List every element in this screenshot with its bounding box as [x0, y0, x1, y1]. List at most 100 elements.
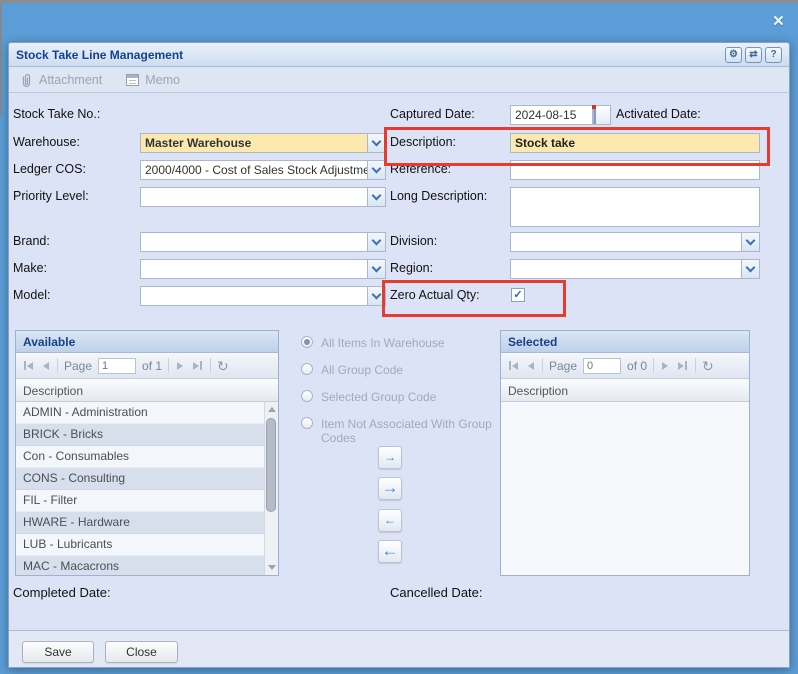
radio-option-label: Item Not Associated With Group Codes: [321, 417, 496, 445]
model-select[interactable]: [140, 286, 386, 306]
attachment-label: Attachment: [39, 73, 102, 87]
refresh-icon[interactable]: ↻: [217, 359, 229, 373]
dialog-toolbar: Attachment Memo: [9, 68, 789, 93]
chevron-down-icon[interactable]: [741, 233, 759, 251]
last-page-icon[interactable]: [191, 359, 204, 372]
scroll-up-icon[interactable]: [265, 403, 278, 416]
scrollbar-thumb[interactable]: [266, 418, 276, 512]
help-icon[interactable]: ?: [765, 47, 782, 63]
available-scrollbar[interactable]: [264, 402, 278, 575]
window-left-edge: [0, 3, 2, 115]
dialog-title: Stock Take Line Management: [16, 48, 183, 62]
region-label: Region:: [390, 261, 433, 275]
next-page-icon[interactable]: [175, 360, 185, 372]
brand-value: [141, 233, 367, 251]
list-item[interactable]: Con - Consumables: [16, 446, 264, 468]
next-page-icon[interactable]: [660, 360, 670, 372]
radio-option-label: All Items In Warehouse: [321, 336, 445, 350]
list-item[interactable]: LUB - Lubricants: [16, 534, 264, 556]
radio-icon: [301, 363, 313, 375]
list-item[interactable]: FIL - Filter: [16, 490, 264, 512]
save-button[interactable]: Save: [22, 641, 94, 663]
division-value: [511, 233, 741, 251]
zero-actual-qty-checkbox[interactable]: ✓: [511, 288, 525, 302]
stock-take-dialog: Stock Take Line Management ⚙ ⇄ ? Attachm…: [8, 42, 790, 668]
region-select[interactable]: [510, 259, 760, 279]
ledger-cos-value: 2000/4000 - Cost of Sales Stock Adjustme: [141, 161, 367, 179]
available-panel: Available Page of 1 ↻ Description ADMIN …: [15, 330, 279, 576]
memo-icon: [126, 74, 139, 86]
chevron-down-icon[interactable]: [367, 260, 385, 278]
chevron-down-icon[interactable]: [367, 233, 385, 251]
ledger-cos-select[interactable]: 2000/4000 - Cost of Sales Stock Adjustme: [140, 160, 386, 180]
list-item[interactable]: CONS - Consulting: [16, 468, 264, 490]
chevron-down-icon[interactable]: [367, 287, 385, 305]
brand-select[interactable]: [140, 232, 386, 252]
prev-page-icon[interactable]: [41, 360, 51, 372]
description-input[interactable]: Stock take: [510, 133, 760, 153]
move-all-right-button[interactable]: →: [378, 477, 402, 500]
zero-actual-qty-label: Zero Actual Qty:: [390, 288, 480, 302]
radio-option-label: Selected Group Code: [321, 390, 436, 404]
dialog-titlebar: Stock Take Line Management ⚙ ⇄ ?: [9, 43, 789, 67]
close-button[interactable]: Close: [105, 641, 178, 663]
prev-page-icon[interactable]: [526, 360, 536, 372]
scroll-down-icon[interactable]: [265, 561, 278, 574]
priority-level-select[interactable]: [140, 187, 386, 207]
dialog-footer: Save Close: [9, 630, 789, 667]
reference-label: Reference:: [390, 162, 451, 176]
radio-icon: [301, 390, 313, 402]
gear-icon[interactable]: ⚙: [725, 47, 742, 63]
reference-input[interactable]: [510, 160, 760, 180]
radio-option[interactable]: Selected Group Code: [301, 390, 496, 404]
memo-button[interactable]: Memo: [126, 73, 180, 87]
radio-option[interactable]: All Group Code: [301, 363, 496, 377]
priority-level-label: Priority Level:: [13, 189, 89, 203]
captured-date-label: Captured Date:: [390, 107, 475, 121]
priority-level-value: [141, 188, 367, 206]
division-label: Division:: [390, 234, 437, 248]
long-description-input[interactable]: [510, 187, 760, 227]
captured-date-input[interactable]: [510, 105, 593, 125]
chevron-down-icon[interactable]: [367, 134, 385, 152]
list-item[interactable]: BRICK - Bricks: [16, 424, 264, 446]
calendar-icon[interactable]: [593, 105, 611, 125]
close-icon[interactable]: ×: [773, 12, 784, 31]
page-of-text: of 0: [627, 359, 647, 373]
radio-option[interactable]: All Items In Warehouse: [301, 336, 496, 350]
last-page-icon[interactable]: [676, 359, 689, 372]
move-all-left-button[interactable]: ←: [378, 540, 402, 563]
radio-option[interactable]: Item Not Associated With Group Codes: [301, 417, 496, 445]
page-label: Page: [64, 359, 92, 373]
chevron-down-icon[interactable]: [367, 188, 385, 206]
list-item[interactable]: HWARE - Hardware: [16, 512, 264, 534]
selected-list: [501, 402, 749, 575]
stock-take-no-label: Stock Take No.:: [13, 107, 100, 121]
page-of-text: of 1: [142, 359, 162, 373]
page-input[interactable]: [583, 358, 621, 374]
ledger-cos-label: Ledger COS:: [13, 162, 86, 176]
first-page-icon[interactable]: [22, 359, 35, 372]
list-item[interactable]: ADMIN - Administration: [16, 402, 264, 424]
available-column-header: Description: [16, 379, 278, 402]
refresh-icon[interactable]: ⇄: [745, 47, 762, 63]
chevron-down-icon[interactable]: [741, 260, 759, 278]
list-item[interactable]: MAC - Macacrons: [16, 556, 264, 575]
warehouse-label: Warehouse:: [13, 135, 80, 149]
available-pager: Page of 1 ↻: [16, 353, 278, 379]
warehouse-select[interactable]: Master Warehouse: [140, 133, 386, 153]
selected-panel: Selected Page of 0 ↻ Description: [500, 330, 750, 576]
make-select[interactable]: [140, 259, 386, 279]
radio-icon: [301, 336, 313, 348]
page-input[interactable]: [98, 358, 136, 374]
move-left-button[interactable]: ←: [378, 509, 402, 532]
attachment-button[interactable]: Attachment: [20, 73, 102, 88]
chevron-down-icon[interactable]: [367, 161, 385, 179]
move-right-button[interactable]: →: [378, 446, 402, 469]
description-label: Description:: [390, 135, 456, 149]
first-page-icon[interactable]: [507, 359, 520, 372]
page-label: Page: [549, 359, 577, 373]
available-list: ADMIN - Administration BRICK - Bricks Co…: [16, 402, 264, 575]
division-select[interactable]: [510, 232, 760, 252]
refresh-icon[interactable]: ↻: [702, 359, 714, 373]
